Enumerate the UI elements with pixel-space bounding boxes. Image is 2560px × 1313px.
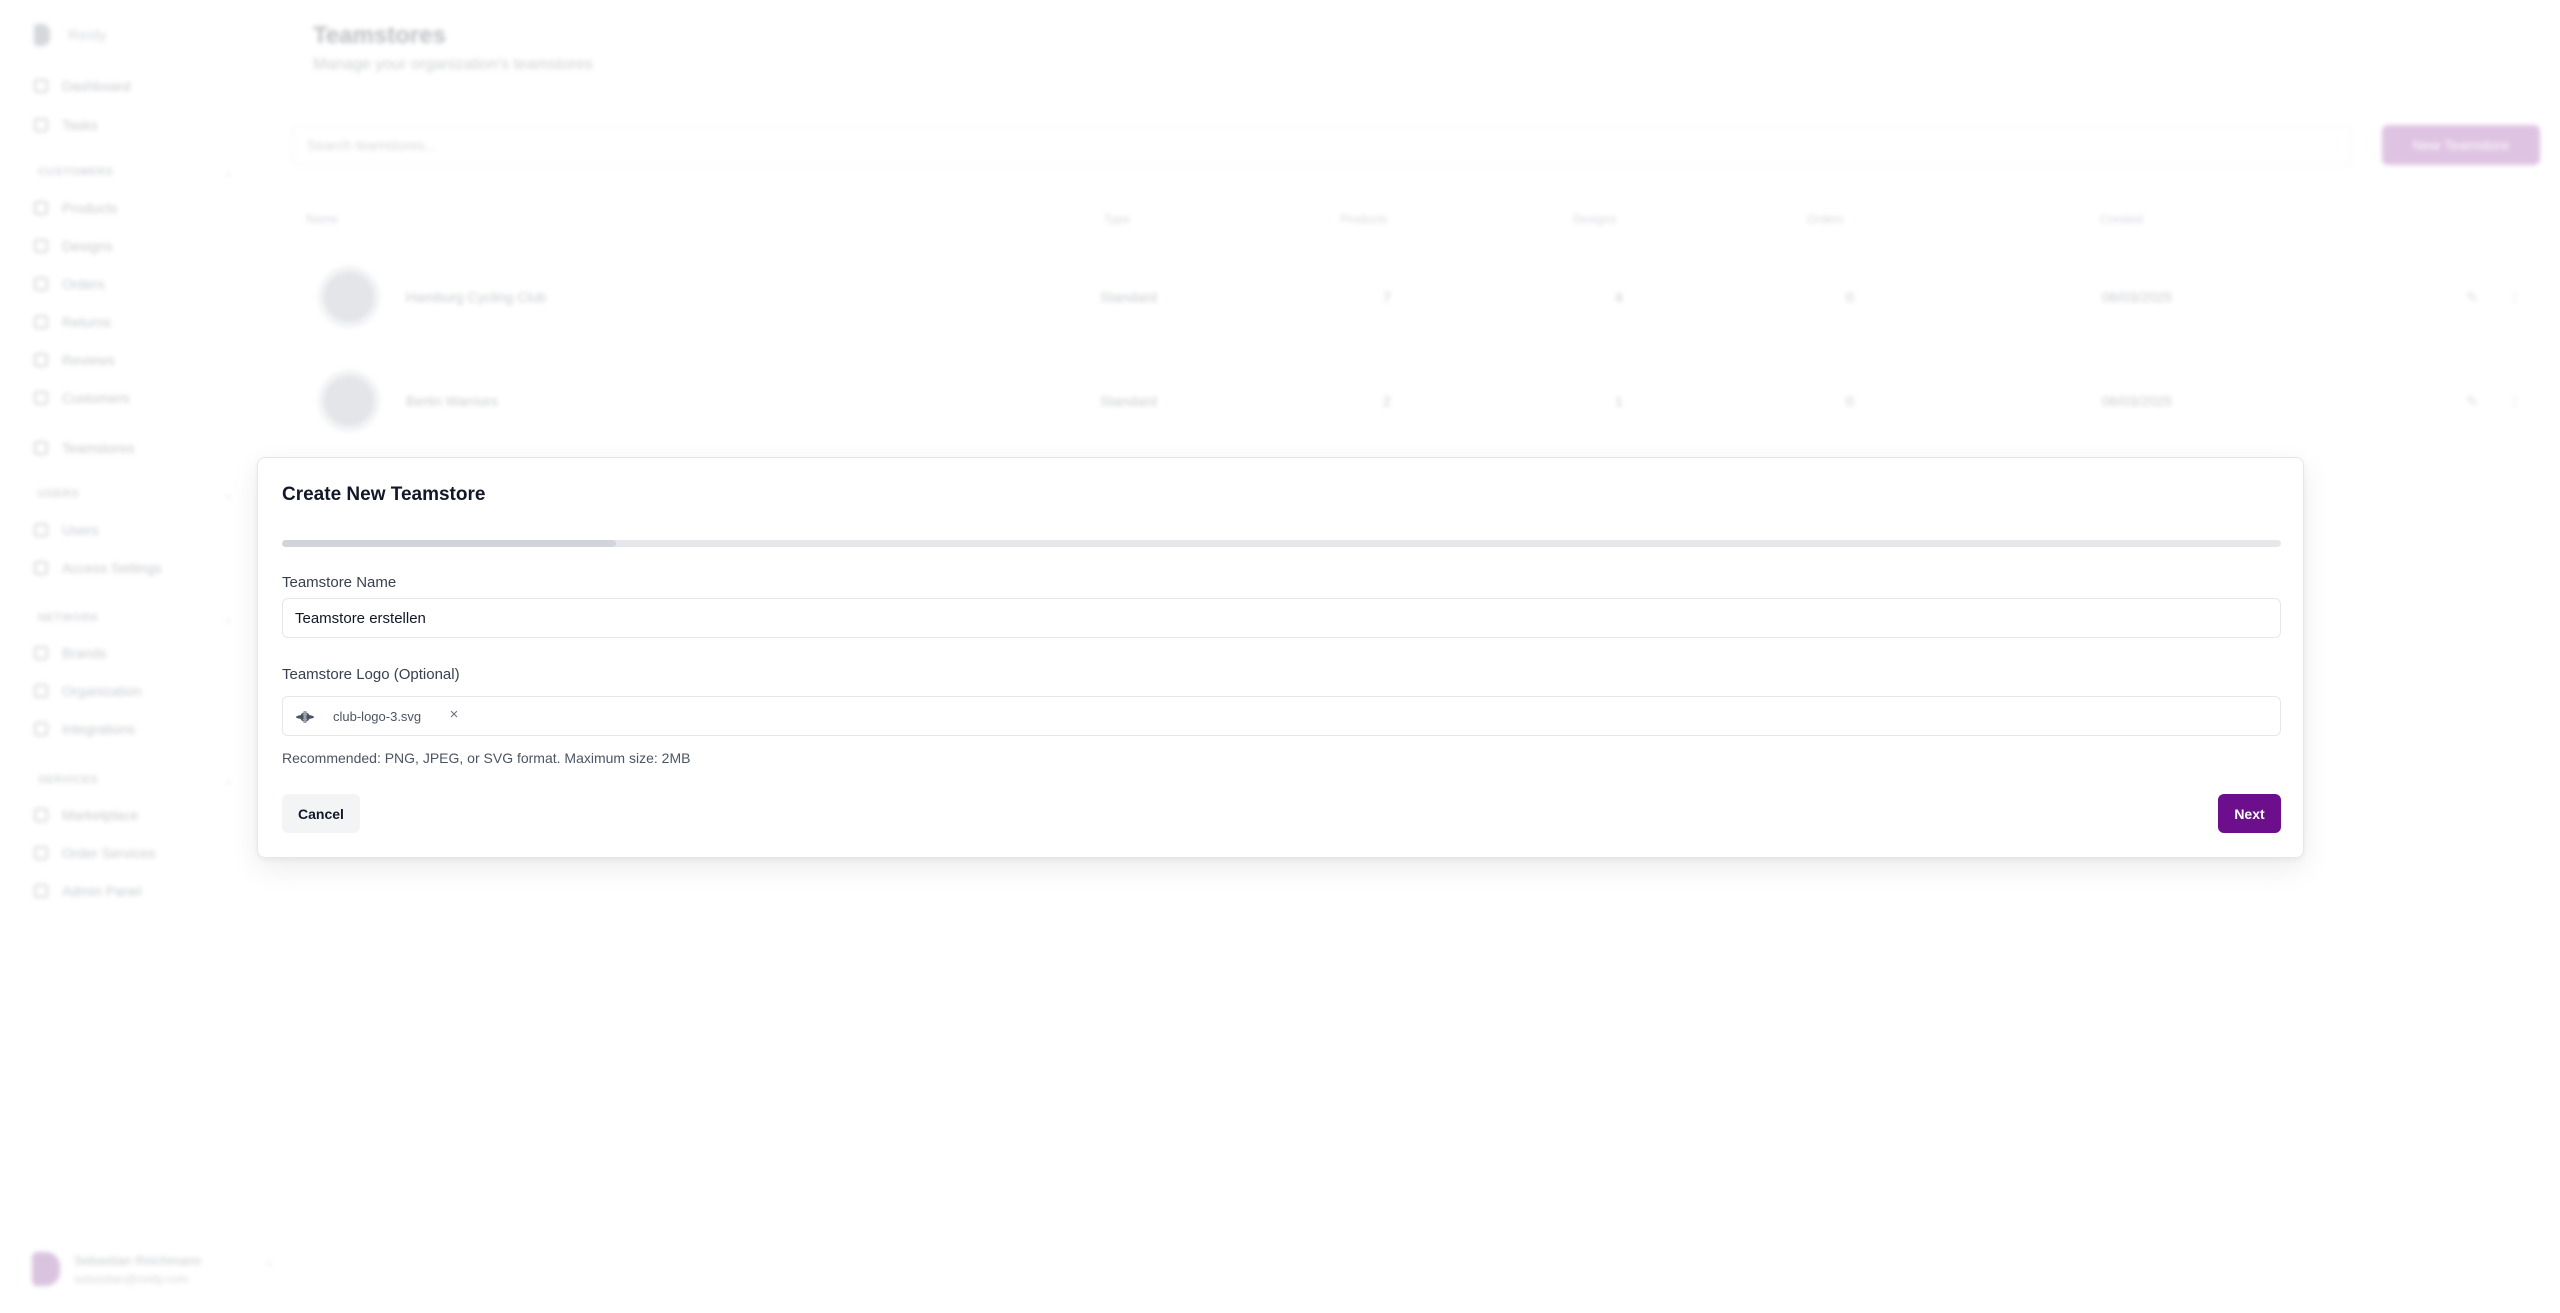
products-icon: [34, 201, 48, 215]
column-header-type[interactable]: Type: [1104, 212, 1130, 226]
sidebar-section-users[interactable]: USERS ⌄: [38, 488, 233, 501]
column-header-products[interactable]: Products: [1340, 212, 1387, 226]
table-cell-created: 06/03/2025: [2102, 289, 2173, 305]
teamstore-logo-label: Teamstore Logo (Optional): [282, 666, 460, 683]
column-header-name[interactable]: Name: [306, 212, 338, 226]
reviews-icon: [34, 353, 48, 367]
marketplace-icon: [34, 808, 48, 822]
teamstore-name-label: Teamstore Name: [282, 574, 397, 591]
brands-icon: [34, 646, 48, 660]
chevron-down-icon: ⌄: [224, 775, 234, 787]
table-cell-name[interactable]: Hamburg Cycling Club: [406, 289, 546, 305]
teamstores-icon: [34, 441, 48, 455]
teamstore-logo: [318, 370, 380, 432]
table-cell-type: Standard: [1100, 393, 1157, 409]
column-header-created[interactable]: Created: [2100, 212, 2143, 226]
brand-name: Reidy: [68, 26, 107, 44]
sidebar-item-reviews[interactable]: Reviews: [34, 352, 115, 368]
sidebar-item-orders[interactable]: Orders: [34, 276, 105, 292]
teamstore-name-input[interactable]: [282, 598, 2281, 638]
table-cell-products: 2: [1383, 393, 1391, 409]
customers-icon: [34, 391, 48, 405]
order-services-icon: [34, 846, 48, 860]
sidebar-item-marketplace[interactable]: Marketplace: [34, 807, 138, 823]
sidebar-item-organization[interactable]: Organization: [34, 683, 141, 699]
sidebar-item-admin-panel[interactable]: Admin Panel: [34, 883, 141, 899]
edit-icon[interactable]: ✎: [2466, 393, 2478, 410]
search-input[interactable]: Search teamstores...: [292, 125, 2352, 165]
step-progress-fill: [282, 540, 616, 547]
sidebar: Reidy Dashboard Tasks CUSTOMERS ⌄ Produc…: [0, 0, 274, 1313]
brand-logo-icon: [34, 24, 50, 46]
sidebar-item-designs[interactable]: Designs: [34, 238, 113, 254]
cancel-button[interactable]: Cancel: [282, 794, 360, 833]
sidebar-item-users[interactable]: Users: [34, 522, 99, 538]
uploaded-file-name: club-logo-3.svg: [333, 709, 422, 724]
user-name: Sebastian Reichmann: [74, 1252, 202, 1268]
orders-icon: [34, 277, 48, 291]
new-teamstore-button[interactable]: New Teamstore: [2382, 125, 2540, 165]
table-cell-name[interactable]: Berlin Warriors: [406, 393, 498, 409]
organization-icon: [34, 684, 48, 698]
table-cell-created: 06/03/2025: [2102, 393, 2173, 409]
dashboard-icon: [34, 79, 48, 93]
admin-icon: [34, 884, 48, 898]
sidebar-section-services[interactable]: SERVICES ⌄: [38, 774, 233, 787]
avatar: [32, 1252, 60, 1286]
tasks-icon: [34, 118, 48, 132]
next-button[interactable]: Next: [2218, 794, 2281, 833]
sidebar-item-access-settings[interactable]: Access Settings: [34, 560, 162, 576]
remove-file-icon[interactable]: ×: [445, 706, 463, 726]
table-cell-type: Standard: [1100, 289, 1157, 305]
sidebar-brand: Reidy: [34, 24, 106, 46]
sidebar-user[interactable]: Sebastian Reichmann sebastian@reidy.com …: [32, 1252, 274, 1286]
sidebar-item-teamstores[interactable]: Teamstores: [34, 440, 134, 456]
sidebar-item-integrations[interactable]: Integrations: [34, 721, 135, 737]
sidebar-section-customers[interactable]: CUSTOMERS ⌄: [38, 166, 233, 179]
sidebar-item-returns[interactable]: Returns: [34, 314, 111, 330]
logo-format-hint: Recommended: PNG, JPEG, or SVG format. M…: [282, 750, 691, 766]
chevron-down-icon: ⌄: [224, 167, 234, 179]
chevron-updown-icon: ⌃: [264, 1260, 275, 1274]
sidebar-item-brands[interactable]: Brands: [34, 645, 106, 661]
returns-icon: [34, 315, 48, 329]
table-cell-orders: 0: [1846, 393, 1854, 409]
column-header-designs[interactable]: Designs: [1573, 212, 1616, 226]
step-progress-bar: [282, 540, 2281, 547]
edit-icon[interactable]: ✎: [2466, 289, 2478, 306]
sidebar-item-customers[interactable]: Customers: [34, 390, 130, 406]
teamstore-logo: [318, 266, 380, 328]
dialog-title: Create New Teamstore: [282, 484, 486, 505]
integrations-icon: [34, 722, 48, 736]
sidebar-item-products[interactable]: Products: [34, 200, 117, 216]
sidebar-section-network[interactable]: NETWORK ⌄: [38, 612, 233, 625]
create-teamstore-dialog: Create New Teamstore Teamstore Name Team…: [257, 457, 2304, 858]
table-cell-products: 7: [1383, 289, 1391, 305]
more-icon[interactable]: ⋮: [2508, 393, 2522, 410]
chevron-down-icon: ⌄: [224, 489, 234, 501]
logo-upload-field[interactable]: club-logo-3.svg ×: [282, 696, 2281, 736]
user-email: sebastian@reidy.com: [74, 1271, 189, 1286]
more-icon[interactable]: ⋮: [2508, 289, 2522, 306]
column-header-orders[interactable]: Orders: [1807, 212, 1844, 226]
sidebar-item-dashboard[interactable]: Dashboard: [34, 78, 131, 94]
chevron-down-icon: ⌄: [224, 613, 234, 625]
table-cell-designs: 1: [1615, 393, 1623, 409]
users-icon: [34, 523, 48, 537]
sidebar-item-tasks[interactable]: Tasks: [34, 117, 98, 133]
page-subtitle: Manage your organization's teamstores: [313, 56, 593, 73]
uploaded-logo-thumbnail: [296, 711, 314, 723]
sidebar-item-order-services[interactable]: Order Services: [34, 845, 155, 861]
table-cell-designs: 4: [1615, 289, 1623, 305]
access-icon: [34, 561, 48, 575]
page-title: Teamstores: [313, 22, 446, 49]
table-cell-orders: 0: [1846, 289, 1854, 305]
designs-icon: [34, 239, 48, 253]
